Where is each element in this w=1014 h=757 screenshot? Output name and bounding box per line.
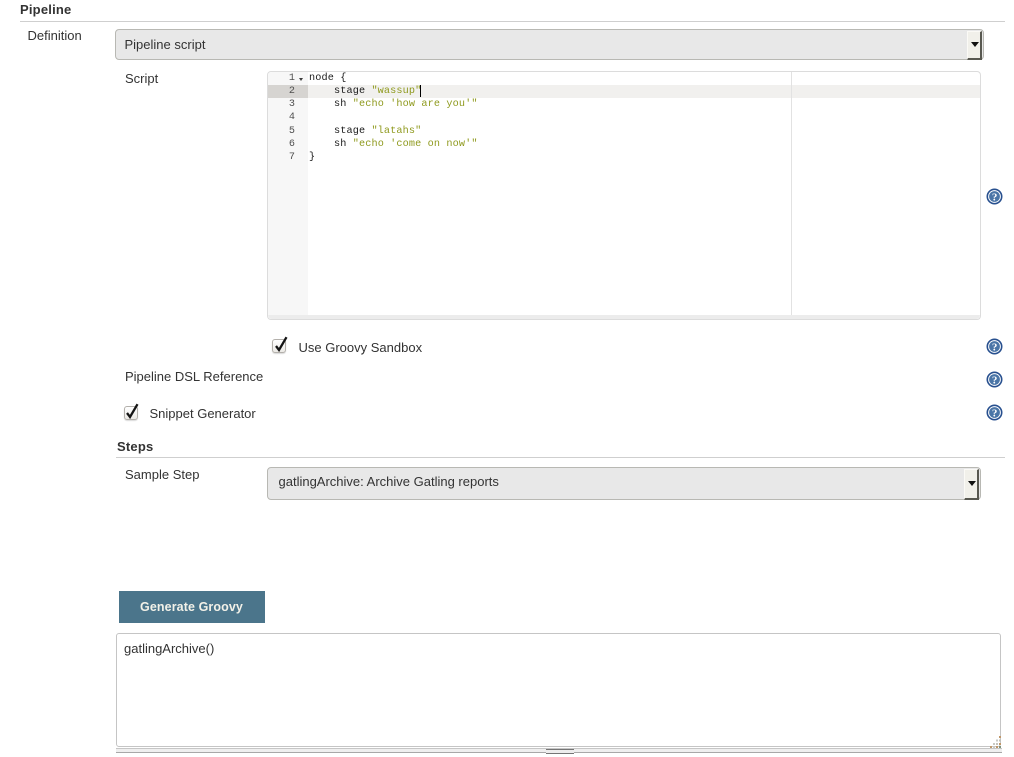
svg-text:?: ? <box>992 374 998 386</box>
svg-text:?: ? <box>992 407 998 419</box>
svg-text:?: ? <box>992 191 998 203</box>
svg-text:?: ? <box>992 341 998 353</box>
